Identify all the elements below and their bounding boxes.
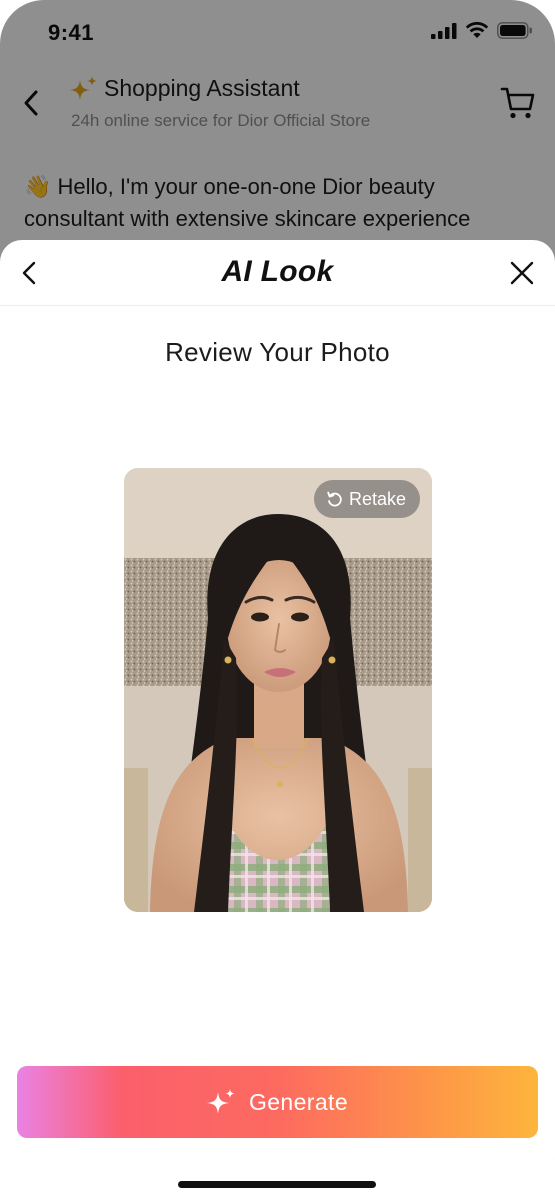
ai-look-sheet: AI Look Review Your Photo Retake Generat… <box>0 240 555 1200</box>
retake-label: Retake <box>348 488 406 509</box>
portrait-image <box>124 468 432 912</box>
sheet-header: AI Look <box>0 240 555 306</box>
retake-button[interactable]: Retake <box>313 480 420 518</box>
sheet-title: AI Look <box>221 255 334 288</box>
home-indicator[interactable] <box>178 1181 376 1188</box>
generate-label: Generate <box>248 1088 349 1115</box>
review-heading: Review Your Photo <box>165 337 390 367</box>
generate-button[interactable]: Generate <box>17 1066 538 1138</box>
user-photo: Retake <box>124 468 432 912</box>
close-icon <box>510 261 534 285</box>
phone-screen: 9:41 Shopping Assistant 24h online servi… <box>0 0 555 1200</box>
retake-icon <box>327 491 342 506</box>
generate-sparkle-icon <box>206 1089 235 1114</box>
close-button[interactable] <box>507 258 537 288</box>
